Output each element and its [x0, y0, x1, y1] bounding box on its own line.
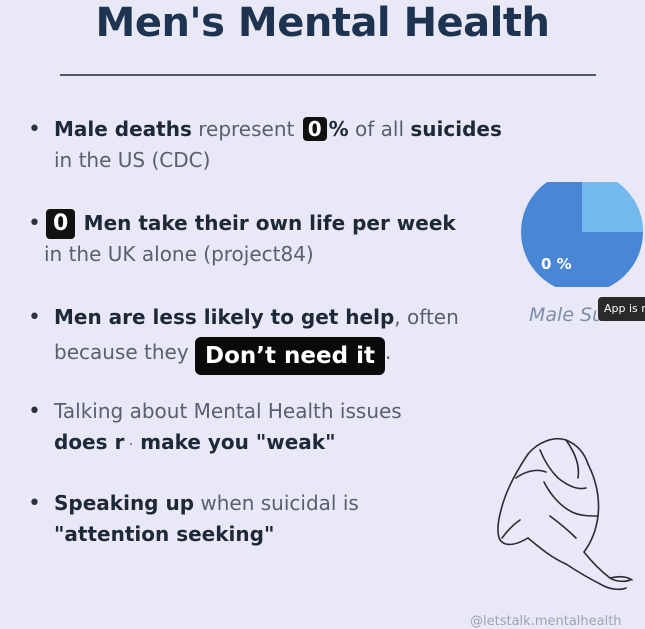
bullet-text: when suicidal is [194, 491, 359, 515]
app-toast: App is r [598, 297, 645, 321]
bullet-dot: • [28, 491, 41, 516]
bullet-bold: suicides [410, 117, 502, 141]
pie-caption: Male Su [529, 304, 605, 326]
bullet-less-help: • Men are less likely to get help, often… [28, 302, 528, 375]
bullet-bold: does r [54, 430, 125, 454]
source-handle: @letstalk.mentalhealth [470, 614, 622, 629]
bullet-bold: Men are less likely to get help [54, 305, 395, 329]
percent-sign: % [328, 117, 349, 141]
bullet-bold: Speaking up [54, 491, 195, 515]
bullet-suicide-share: • Male deaths represent 0% of all suicid… [28, 114, 528, 176]
bullet-bold: Male deaths [54, 117, 192, 141]
pie-value-label: 0 % [541, 255, 572, 273]
bullet-bold: Men take their own life per week [83, 211, 456, 235]
bullet-dot: • [28, 211, 41, 236]
bullet-text: . [384, 340, 392, 364]
value-chip: 0 [302, 117, 327, 141]
bullet-speaking-up: • Speaking up when suicidal is "attentio… [28, 488, 528, 550]
bullet-not-weak: • Talking about Mental Health issues doe… [28, 396, 528, 461]
bullet-bold: "attention seeking" [54, 522, 275, 546]
bullet-bold: make you "weak" [133, 430, 336, 454]
page-title: Men's Mental Health [95, 0, 550, 46]
bullet-dot: • [28, 399, 41, 424]
bullet-text: Talking about Mental Health issues [54, 399, 402, 423]
title-divider [60, 74, 596, 76]
pie-slice-highlight [582, 182, 643, 232]
dont-need-it-chip: Don’t need it [195, 337, 385, 375]
bullet-weekly-deaths: • 0 Men take their own life per week in … [28, 208, 528, 270]
value-chip: 0 [46, 209, 76, 239]
sad-sitting-man-icon [497, 438, 633, 591]
bullet-subline: in the US (CDC) [54, 148, 211, 172]
bullet-dot: • [28, 117, 41, 142]
bullet-subline: because they [54, 340, 189, 364]
bullet-dot: • [28, 305, 41, 330]
bullet-text: of all [348, 117, 411, 141]
male-suicide-pie-chart [521, 182, 643, 287]
bullet-text: , often [394, 305, 459, 329]
bullet-text: represent [191, 117, 301, 141]
bullet-subline: in the UK alone (project84) [44, 242, 314, 266]
